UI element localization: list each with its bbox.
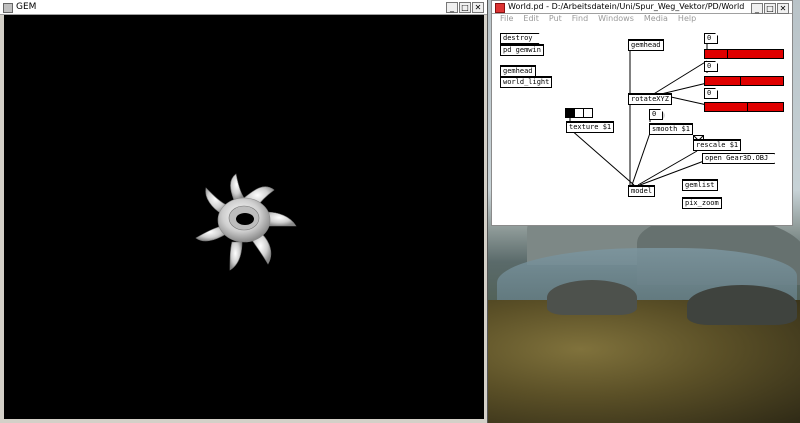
close-button[interactable]: ✕ — [472, 2, 484, 13]
texture-object[interactable]: texture $1 — [566, 121, 615, 133]
menu-file[interactable]: File — [500, 14, 513, 25]
pd-titlebar[interactable]: World.pd - D:/Arbeitsdatein/Uni/Spur_Weg… — [492, 1, 792, 14]
minimize-button[interactable]: _ — [446, 2, 458, 13]
menu-windows[interactable]: Windows — [598, 14, 634, 25]
menu-media[interactable]: Media — [644, 14, 668, 25]
menu-help[interactable]: Help — [678, 14, 696, 25]
texture-radio[interactable] — [565, 108, 593, 118]
window-title: GEM — [16, 2, 37, 12]
rotate-x-slider[interactable] — [704, 49, 784, 59]
rotatexyz-object[interactable]: rotateXYZ — [628, 93, 672, 105]
gem-render-canvas[interactable] — [4, 15, 484, 419]
pix-zoom-object[interactable]: pix_zoom — [682, 197, 722, 209]
gem-window: GEM _ □ ✕ — [0, 0, 488, 423]
rotate-z-slider[interactable] — [704, 102, 784, 112]
model-object[interactable]: model — [628, 185, 656, 197]
slider-knob — [740, 77, 741, 85]
pd-app-icon — [495, 3, 505, 13]
open-file-message[interactable]: open Gear3D.OBJ — [702, 153, 775, 164]
gem-titlebar[interactable]: GEM _ □ ✕ — [0, 0, 487, 15]
menubar: File Edit Put Find Windows Media Help — [492, 14, 792, 25]
rock-shape — [687, 285, 797, 325]
number-box-z[interactable]: 0 — [704, 88, 718, 99]
rescale-object[interactable]: rescale $1 — [693, 139, 742, 151]
maximize-button[interactable]: □ — [764, 3, 776, 14]
destroy-message[interactable]: destroy — [500, 33, 540, 44]
radio-cell[interactable] — [583, 108, 593, 118]
slider-knob — [747, 103, 748, 111]
close-button[interactable]: ✕ — [777, 3, 789, 14]
minimize-button[interactable]: _ — [751, 3, 763, 14]
pd-gemwin-subpatch[interactable]: pd gemwin — [500, 44, 544, 56]
world-light-object[interactable]: world_light — [500, 76, 553, 88]
smooth-object[interactable]: smooth $1 — [649, 123, 693, 135]
pd-patch-window: World.pd - D:/Arbeitsdatein/Uni/Spur_Weg… — [491, 0, 793, 226]
number-box-smooth[interactable]: 0 — [649, 109, 663, 120]
menu-edit[interactable]: Edit — [523, 14, 539, 25]
gemhead-object[interactable]: gemhead — [628, 39, 664, 51]
rotate-y-slider[interactable] — [704, 76, 784, 86]
app-icon — [3, 3, 13, 13]
number-box-x[interactable]: 0 — [704, 33, 718, 44]
window-title: World.pd - D:/Arbeitsdatein/Uni/Spur_Weg… — [508, 2, 745, 11]
menu-put[interactable]: Put — [549, 14, 562, 25]
maximize-button[interactable]: □ — [459, 2, 471, 13]
rock-shape — [547, 280, 637, 315]
number-box-y[interactable]: 0 — [704, 61, 718, 72]
gemlist-object[interactable]: gemlist — [682, 179, 718, 191]
slider-knob — [727, 50, 728, 58]
gear-3d-model — [195, 173, 297, 271]
menu-find[interactable]: Find — [572, 14, 588, 25]
patch-canvas[interactable]: destroy pd gemwin gemhead world_light ge… — [492, 25, 792, 225]
